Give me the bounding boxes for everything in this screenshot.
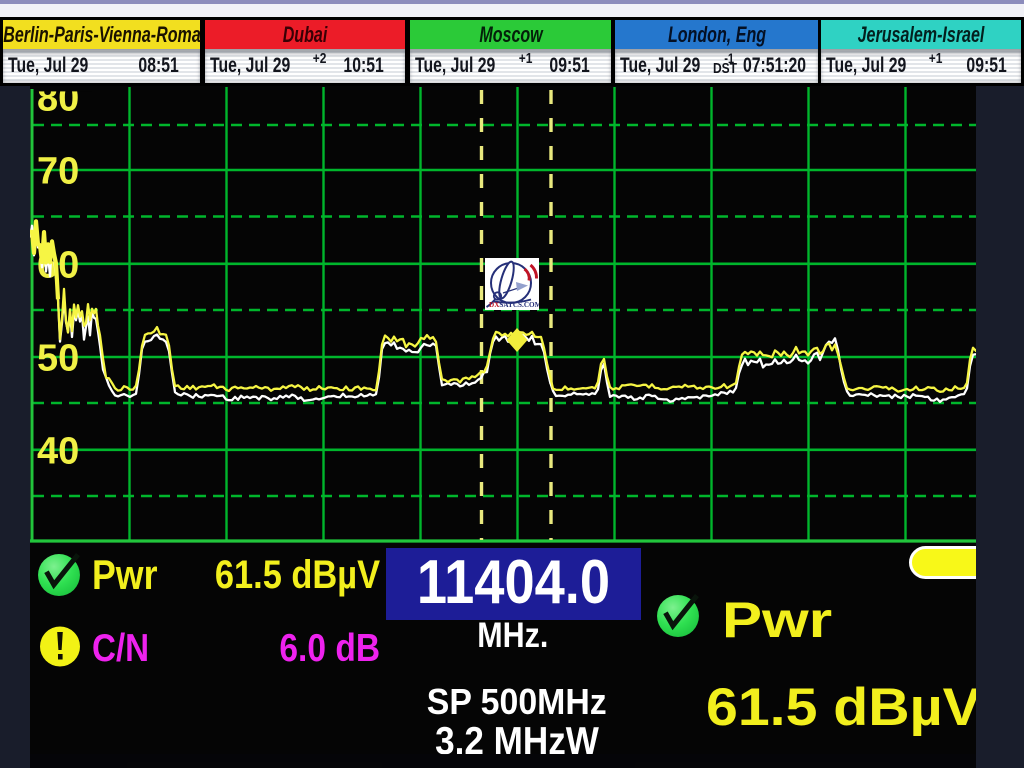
svg-text:DXSATCS.COM: DXSATCS.COM	[489, 301, 542, 309]
svg-text:50: 50	[37, 338, 79, 380]
svg-text:70: 70	[37, 151, 79, 193]
svg-text:40: 40	[37, 430, 79, 472]
